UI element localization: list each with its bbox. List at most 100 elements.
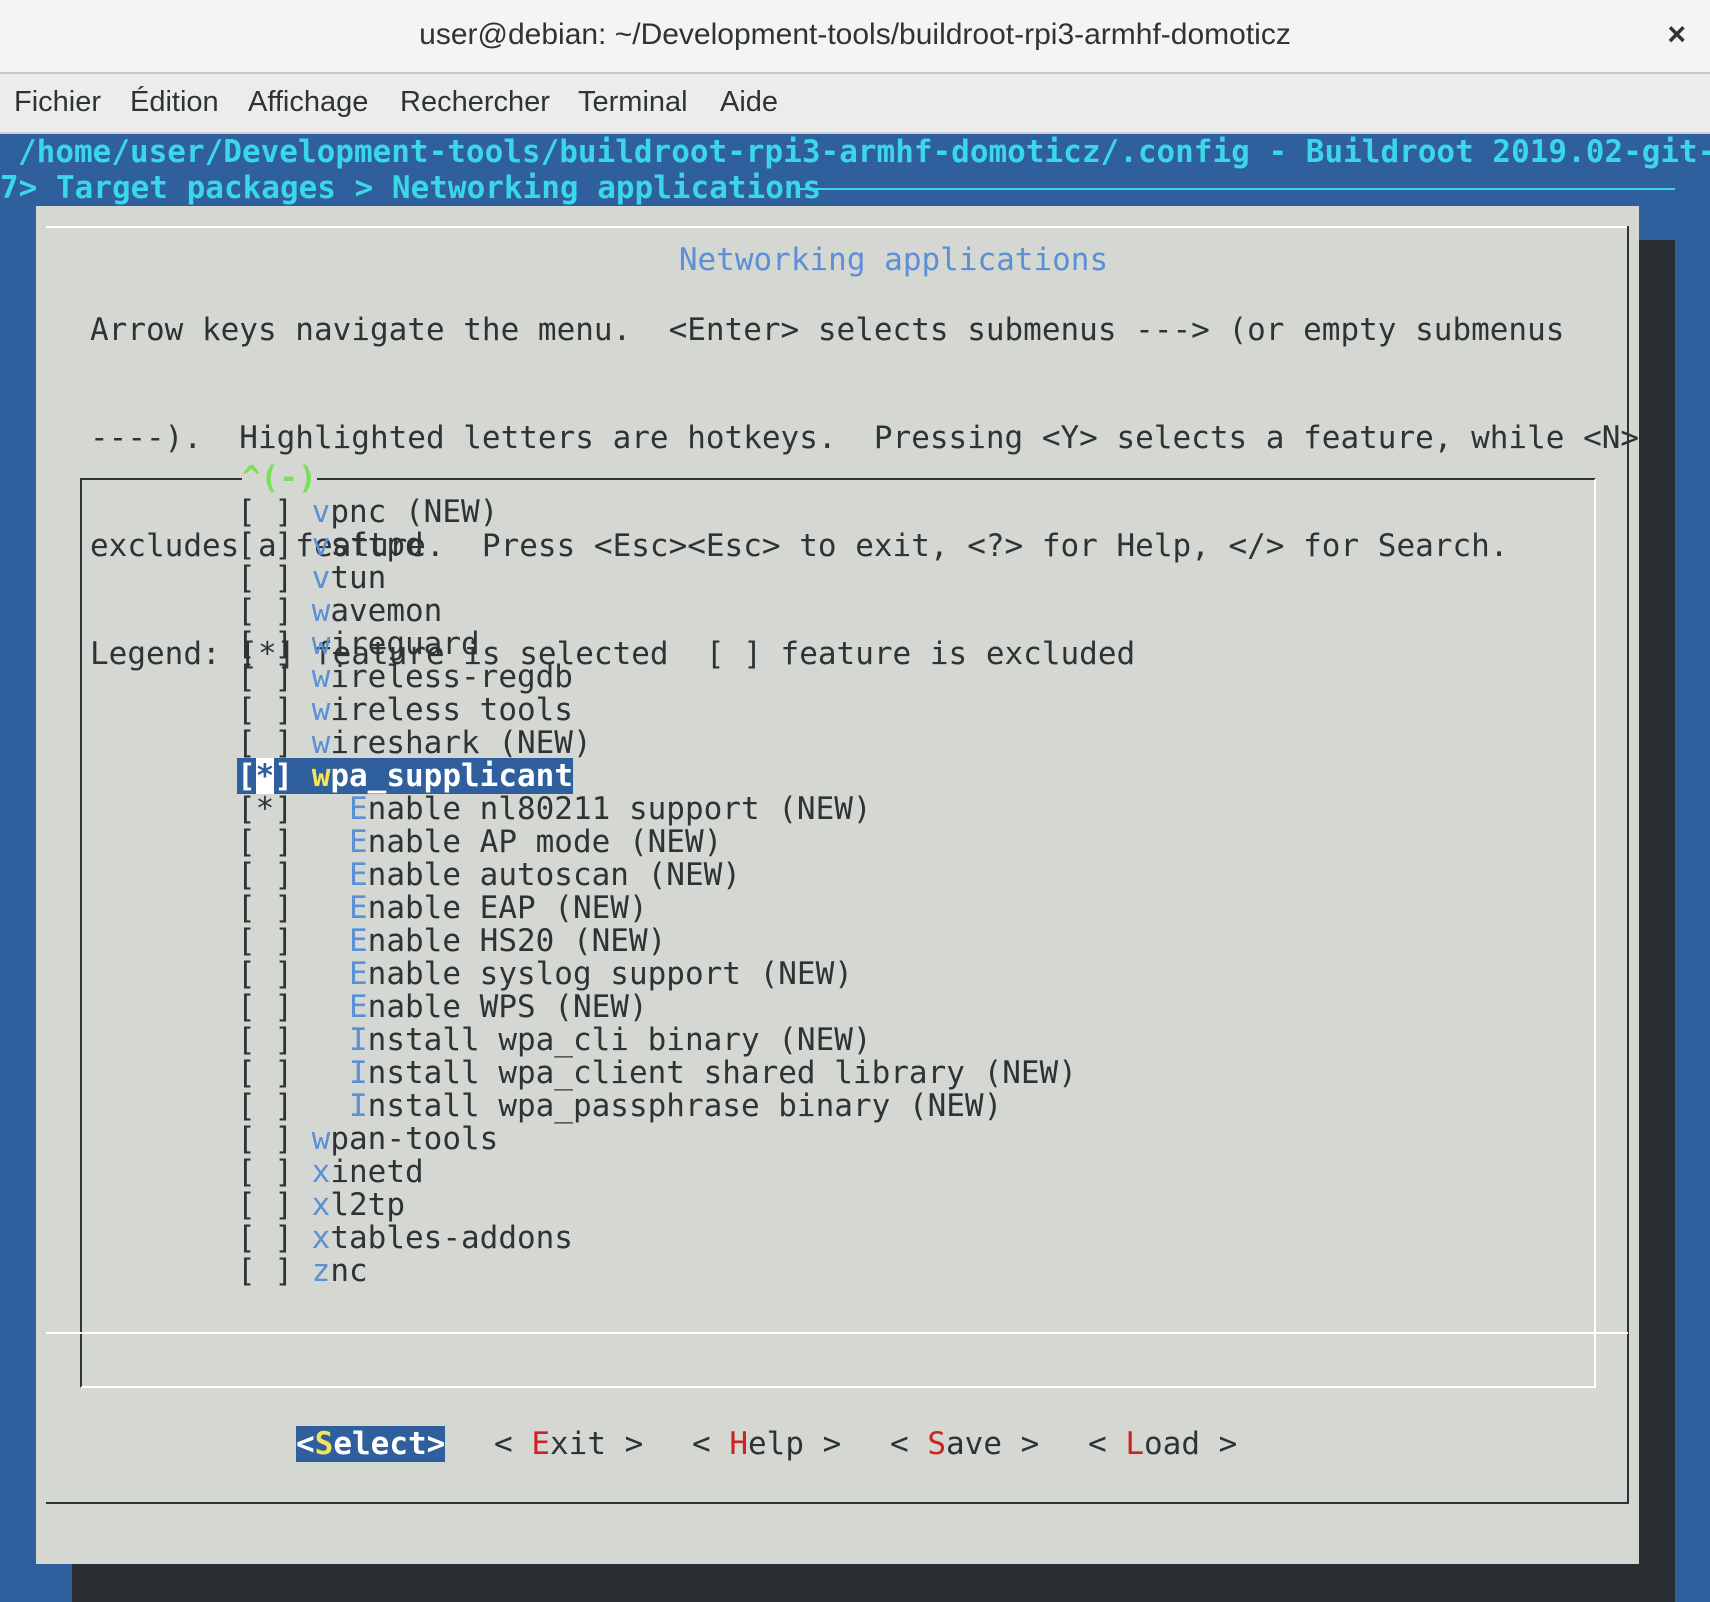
checkbox[interactable]: [ ] [237,1187,293,1223]
hotkey-letter: v [311,560,331,596]
window-title: user@debian: ~/Development-tools/buildro… [419,18,1291,51]
breadcrumb: 7> Target packages > Networking applicat… [0,170,822,206]
checkbox[interactable]: [ ] [237,1121,293,1157]
menu-item-label: nc [330,1253,368,1289]
checkbox[interactable]: [ ] [237,692,293,728]
close-icon[interactable]: × [1667,16,1686,53]
menu-item-label: pnc (NEW) [330,494,499,530]
header-divider [800,188,1675,190]
menu-item[interactable]: [ ] Install wpa_cli binary (NEW) [237,1022,872,1058]
menu-item-label: tables-addons [330,1220,573,1256]
menu-item[interactable]: [*] Enable nl80211 support (NEW) [237,791,872,827]
select-button[interactable]: <Select> [296,1426,446,1462]
menu-item[interactable]: [ ] wireless-regdb [237,659,573,695]
menu-rechercher[interactable]: Rechercher [400,86,550,119]
menu-item-label: ireless-regdb [330,659,573,695]
checkbox[interactable]: [ ] [237,1022,293,1058]
window-titlebar: user@debian: ~/Development-tools/buildro… [0,0,1710,74]
checkbox[interactable]: [ ] [237,725,293,761]
hotkey-letter: I [349,1055,368,1091]
help-button[interactable]: < Help > [692,1426,841,1462]
menu-item[interactable]: [ ] wireless tools [237,692,573,728]
menu-item-label: nable autoscan (NEW) [367,857,741,893]
checkbox[interactable]: [ ] [237,626,293,662]
menu-item-label: nable HS20 (NEW) [367,923,667,959]
checkbox[interactable]: [ ] [237,1253,293,1289]
checkbox[interactable]: [ ] [237,956,293,992]
menu-list[interactable]: ^(-) [ ] vpnc (NEW)[ ] vsftpd[ ] vtun[ ]… [80,460,1596,1388]
hotkey-letter: I [349,1088,368,1124]
menu-item[interactable]: [ ] vsftpd [237,527,424,563]
hotkey-letter: x [311,1154,331,1190]
checkbox[interactable]: [ ] [237,824,293,860]
hotkey-letter: w [311,593,331,629]
menu-item[interactable]: [ ] Enable AP mode (NEW) [237,824,722,860]
checkbox[interactable]: [ ] [237,857,293,893]
menu-item-label: inetd [330,1154,424,1190]
hotkey-letter: x [311,1220,331,1256]
checkbox[interactable]: [ ] [237,1055,293,1091]
hotkey-letter: E [349,824,368,860]
checkbox[interactable]: [ ] [237,1154,293,1190]
menu-item[interactable]: [ ] xl2tp [237,1187,405,1223]
menu-item-label: nable WPS (NEW) [367,989,648,1025]
menu-item[interactable]: [*] wpa_supplicant [237,758,573,794]
menu-item[interactable]: [ ] wireshark (NEW) [237,725,592,761]
menu-terminal[interactable]: Terminal [578,86,688,119]
menu-item[interactable]: [ ] xtables-addons [237,1220,573,1256]
menu-item-label: nstall wpa_cli binary (NEW) [367,1022,872,1058]
checkbox[interactable]: [ ] [237,527,293,563]
menu-item-label: tun [330,560,387,596]
menu-item[interactable]: [ ] Install wpa_client shared library (N… [237,1055,1077,1091]
menu-item[interactable]: [ ] wavemon [237,593,442,629]
menu-item[interactable]: [ ] znc [237,1253,368,1289]
hotkey-letter: E [349,857,368,893]
hotkey-letter: x [311,1187,331,1223]
checkbox[interactable]: [ ] [237,1088,293,1124]
hotkey-letter: E [349,956,368,992]
menu-aide[interactable]: Aide [720,86,778,119]
menu-item[interactable]: [ ] Enable EAP (NEW) [237,890,648,926]
menu-item[interactable]: [ ] xinetd [237,1154,424,1190]
hotkey-letter: z [311,1253,331,1289]
checkbox[interactable]: [ ] [237,494,293,530]
save-button[interactable]: < Save > [890,1426,1039,1462]
menu-item-label: avemon [330,593,443,629]
menubar: Fichier Édition Affichage Rechercher Ter… [0,74,1710,134]
checkbox[interactable]: [*] [237,758,293,794]
checkbox[interactable]: [ ] [237,923,293,959]
checkbox[interactable]: [ ] [237,593,293,629]
menu-item[interactable]: [ ] Enable autoscan (NEW) [237,857,741,893]
menu-item[interactable]: [ ] Enable syslog support (NEW) [237,956,853,992]
checkbox[interactable]: [ ] [237,659,293,695]
menu-item[interactable]: [ ] wpan-tools [237,1121,498,1157]
menu-item[interactable]: [ ] Enable WPS (NEW) [237,989,648,1025]
hotkey-letter: w [311,659,331,695]
checkbox[interactable]: [ ] [237,560,293,596]
checkbox[interactable]: [*] [237,791,293,827]
help-line: ----). Highlighted letters are hotkeys. … [90,420,1640,456]
menu-item[interactable]: [ ] Install wpa_passphrase binary (NEW) [237,1088,1002,1124]
menu-item-label: nable syslog support (NEW) [367,956,853,992]
checkbox[interactable]: [ ] [237,890,293,926]
exit-button[interactable]: < Exit > [494,1426,643,1462]
menu-affichage[interactable]: Affichage [248,86,368,119]
hotkey-letter: E [349,890,368,926]
menu-item-label: nstall wpa_client shared library (NEW) [367,1055,1077,1091]
terminal-area[interactable]: /home/user/Development-tools/buildroot-r… [0,134,1710,1602]
menu-item[interactable]: [ ] Enable HS20 (NEW) [237,923,666,959]
load-button[interactable]: < Load > [1088,1426,1237,1462]
menu-item-label: l2tp [330,1187,405,1223]
menu-item[interactable]: [ ] vpnc (NEW) [237,494,498,530]
checkbox[interactable]: [ ] [237,1220,293,1256]
menu-fichier[interactable]: Fichier [14,86,101,119]
hotkey-letter: w [311,692,331,728]
menu-item[interactable]: [ ] vtun [237,560,386,596]
menu-item[interactable]: [ ] wireguard [237,626,480,662]
config-path-header: /home/user/Development-tools/buildroot-r… [18,134,1710,170]
hotkey-letter: w [311,1121,331,1157]
checkbox[interactable]: [ ] [237,989,293,1025]
menu-item-label: ireguard [330,626,480,662]
menu-edition[interactable]: Édition [130,86,219,119]
hotkey-letter: E [349,989,368,1025]
